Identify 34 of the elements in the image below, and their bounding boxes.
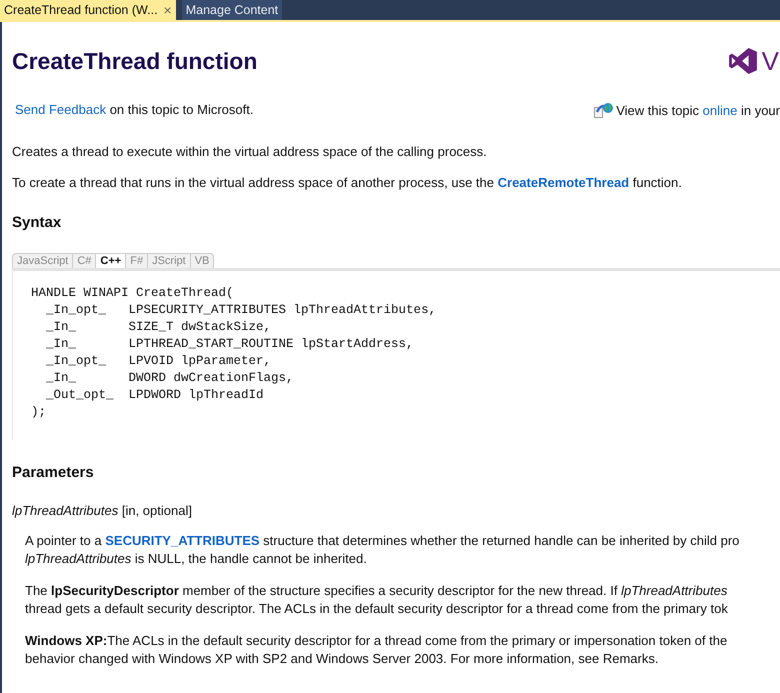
parameter-name: lpThreadAttributes [in, optional]: [12, 503, 193, 518]
online-text: View this topic online in your: [616, 102, 780, 118]
feedback-link[interactable]: Send Feedback: [15, 102, 106, 117]
code-line: _In_ LPTHREAD_START_ROUTINE lpStartAddress,: [45, 336, 415, 353]
code-line: _Out_opt_ LPDWORD lpThreadId: [45, 387, 265, 404]
code-line: _In_opt_ LPSECURITY_ATTRIBUTES lpThreadAttributes,: [45, 302, 438, 319]
globe-link-icon: [594, 102, 614, 118]
code-line: _In_ SIZE_T dwStackSize,: [45, 319, 272, 336]
close-icon[interactable]: ×: [164, 2, 172, 18]
paragraph-text: behavior changed with Windows XP with SP2 and Windows Server 2003. For more information, see Remarks.: [25, 650, 660, 668]
function-link[interactable]: CreateRemoteThread: [498, 175, 630, 190]
section-heading: Parameters: [12, 464, 95, 481]
code-line: );: [31, 404, 48, 421]
paragraph-text: Windows XP:The ACLs in the default security descriptor for a thread come from the primary or impersonation token of the: [25, 632, 728, 650]
language-tab[interactable]: VB: [190, 254, 214, 268]
document-tab[interactable]: CreateThread function (W... ×: [0, 0, 176, 20]
paragraph-text: Creates a thread to execute within the virtual address space of the calling process.: [12, 144, 488, 160]
document-tab[interactable]: Manage Content: [182, 0, 282, 20]
language-tab[interactable]: C++: [96, 254, 126, 268]
logo-icon: [728, 48, 757, 74]
paragraph-text: A pointer to a SECURITY_ATTRIBUTES structure that determines whether the returned handle can be inherited by child pro: [25, 532, 740, 550]
section-heading: Syntax: [12, 214, 62, 231]
feedback-text: Send Feedback on this topic to Microsoft.: [15, 102, 254, 118]
code-line: _In_opt_ LPVOID lpParameter,: [45, 353, 272, 370]
code-line: HANDLE WINAPI CreateThread(: [31, 285, 235, 302]
paragraph-text: The lpSecurityDescriptor member of the structure specifies a security descriptor for the new thread. If lpThreadAttributes: [25, 582, 728, 600]
paragraph-text: thread gets a default security descriptor. The ACLs in the default security descriptor for a thread come from the primary tok: [25, 600, 729, 618]
online-link[interactable]: online: [702, 102, 738, 118]
page-title: CreateThread function: [12, 48, 258, 74]
paragraph-text: To create a thread that runs in the virtual address space of another process, use the CreateRemoteThread function.: [12, 175, 683, 191]
structure-link[interactable]: SECURITY_ATTRIBUTES: [105, 533, 260, 548]
logo-text: V: [762, 46, 780, 76]
code-line: _In_ DWORD dwCreationFlags,: [45, 370, 295, 387]
paragraph-text: lpThreadAttributes is NULL, the handle cannot be inherited.: [25, 550, 368, 568]
